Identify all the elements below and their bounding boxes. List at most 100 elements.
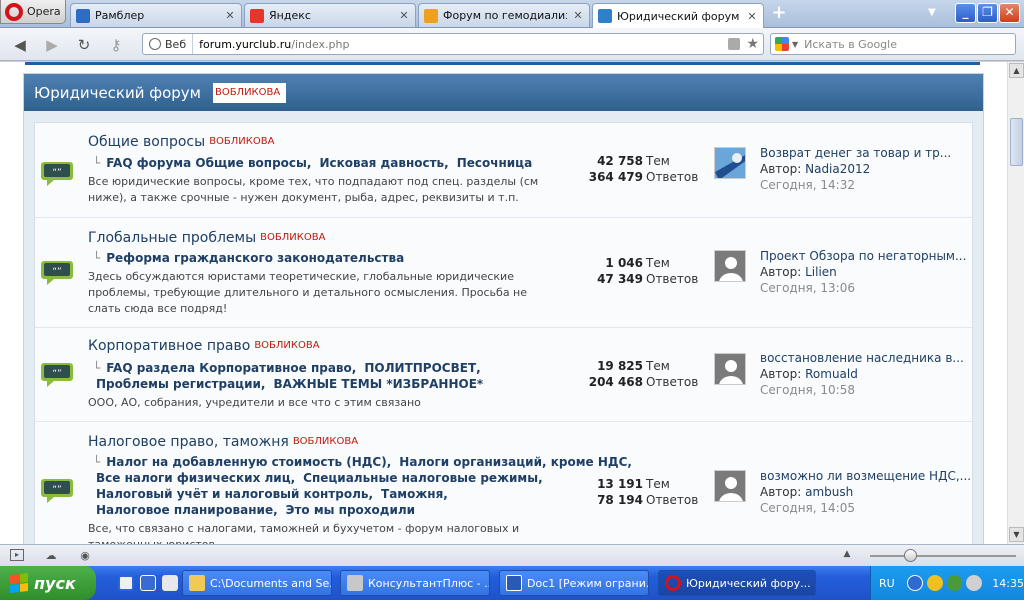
quicklaunch-desktop-icon[interactable] xyxy=(162,575,178,591)
subforum-link[interactable]: Специальные налоговые режимы, xyxy=(303,471,542,485)
taskbar-consultant-window[interactable]: КонсультантПлюс - ... xyxy=(340,570,490,596)
tab-list-chevron-icon[interactable]: ▼ xyxy=(928,7,936,18)
forum-title[interactable]: Общие вопросы ВОБЛИКОВА xyxy=(88,134,274,150)
key-icon[interactable]: ⚷ xyxy=(106,36,126,54)
subforum-link[interactable]: Все налоги физических лиц, xyxy=(96,471,295,485)
last-post: Проект Обзора по негаторным... Автор: Li… xyxy=(760,248,966,296)
speech-bubble-icon: “” xyxy=(41,479,73,503)
subforum-link[interactable]: Налог на добавленную стоимость (НДС), xyxy=(106,455,391,469)
minimize-button[interactable]: _ xyxy=(955,3,976,23)
quicklaunch-chrome-icon[interactable] xyxy=(118,575,134,591)
last-post-title[interactable]: Возврат денег за товар и тр... xyxy=(760,145,951,161)
forum-row-general: “” Общие вопросы ВОБЛИКОВА └ FAQ форума Об… xyxy=(35,123,972,218)
address-field[interactable]: Веб forum.yurclub.ru/index.php ★ xyxy=(142,33,764,55)
tray-expand-icon[interactable] xyxy=(906,575,923,591)
close-window-button[interactable]: ✕ xyxy=(999,3,1020,23)
scroll-thumb[interactable] xyxy=(1010,118,1023,166)
subforum-link[interactable]: FAQ форума Общие вопросы, xyxy=(106,156,311,170)
last-post-author[interactable]: Lilien xyxy=(805,265,837,279)
reload-icon[interactable]: ↻ xyxy=(74,36,94,54)
restore-button[interactable]: ❐ xyxy=(977,3,998,23)
category-moderator[interactable]: ВОБЛИКОВА xyxy=(212,82,287,103)
new-tab-button[interactable]: + xyxy=(768,4,790,24)
search-scope[interactable]: Веб xyxy=(143,34,194,54)
avatar[interactable] xyxy=(714,470,746,502)
subforum-link[interactable]: FAQ раздела Корпоративное право, xyxy=(106,361,356,375)
tray-network-icon[interactable] xyxy=(946,575,963,591)
close-tab-icon[interactable]: ✕ xyxy=(398,9,410,22)
last-post: восстановление наследника в... Автор: Ro… xyxy=(760,350,964,398)
forum-name[interactable]: Глобальные проблемы xyxy=(88,230,256,246)
close-tab-icon[interactable]: ✕ xyxy=(572,9,584,22)
subforum-link[interactable]: Налоговый учёт и налоговый контроль, xyxy=(96,487,373,501)
last-post-title[interactable]: Проект Обзора по негаторным... xyxy=(760,248,966,264)
close-tab-icon[interactable]: ✕ xyxy=(746,10,758,23)
scroll-up-icon[interactable]: ▲ xyxy=(1009,63,1024,78)
forum-name[interactable]: Налоговое право, таможня xyxy=(88,434,289,450)
google-icon[interactable] xyxy=(775,37,789,51)
scroll-down-icon[interactable]: ▼ xyxy=(1009,527,1024,542)
start-button[interactable]: пуск xyxy=(0,566,96,600)
subforum-link[interactable]: ВАЖНЫЕ ТЕМЫ *ИЗБРАННОЕ* xyxy=(273,377,483,391)
forum-title[interactable]: Корпоративное право ВОБЛИКОВА xyxy=(88,338,320,354)
quicklaunch-ie-icon[interactable] xyxy=(140,575,156,591)
zoom-slider-knob[interactable] xyxy=(904,549,917,562)
category-title[interactable]: Юридический форум xyxy=(34,84,201,102)
forum-name[interactable]: Общие вопросы xyxy=(88,134,205,150)
tray-app-icon[interactable] xyxy=(926,575,943,591)
subforum-link[interactable]: ПОЛИТПРОСВЕТ, xyxy=(364,361,480,375)
opera-menu-button[interactable]: Opera xyxy=(0,0,66,24)
tab-dialysis-forum[interactable]: Форум по гемодиализу:... ✕ xyxy=(418,3,590,27)
forum-moderator[interactable]: ВОБЛИКОВА xyxy=(260,232,325,243)
rss-icon[interactable] xyxy=(728,38,741,50)
taskbar-explorer-window[interactable]: C:\Documents and Se... xyxy=(182,570,332,596)
forward-icon[interactable]: ▶ xyxy=(42,36,62,54)
subforum-hook-icon: └ xyxy=(93,251,101,265)
last-post-title[interactable]: возможно ли возмещение НДС,... xyxy=(760,468,971,484)
tray-volume-icon[interactable] xyxy=(966,575,983,591)
taskbar-opera-window[interactable]: Юридический фору... xyxy=(658,570,816,596)
last-post-author[interactable]: ambush xyxy=(805,485,853,499)
subforum-link[interactable]: Таможня, xyxy=(381,487,448,501)
chevron-down-icon[interactable]: ▼ xyxy=(792,40,798,49)
tab-yandex[interactable]: Яндекс ✕ xyxy=(244,3,416,27)
topics-label: Тем xyxy=(646,477,670,491)
avatar[interactable] xyxy=(714,250,746,282)
bookmark-star-icon[interactable]: ★ xyxy=(746,36,759,52)
forum-name[interactable]: Корпоративное право xyxy=(88,338,250,354)
clock[interactable]: 14:35 xyxy=(992,577,1024,590)
close-tab-icon[interactable]: ✕ xyxy=(224,9,236,22)
cloud-icon[interactable]: ☁ xyxy=(44,549,58,562)
tab-rambler[interactable]: Рамблер ✕ xyxy=(70,3,242,27)
avatar[interactable] xyxy=(714,353,746,385)
subforum-link[interactable]: Налоги организаций, кроме НДС, xyxy=(399,455,632,469)
language-indicator[interactable]: RU xyxy=(879,577,895,590)
vertical-scrollbar[interactable]: ▲ ▼ xyxy=(1007,62,1024,544)
forum-title[interactable]: Глобальные проблемы ВОБЛИКОВА xyxy=(88,230,325,246)
subforum-link[interactable]: Проблемы регистрации, xyxy=(96,377,265,391)
search-input[interactable]: ▼ Искать в Google xyxy=(770,33,1016,55)
last-post-title[interactable]: восстановление наследника в... xyxy=(760,350,964,366)
tab-yurclub-forum[interactable]: Юридический форум юр... ✕ xyxy=(592,3,764,28)
speed-dial-icon[interactable]: ◉ xyxy=(78,549,92,562)
avatar[interactable] xyxy=(714,147,746,179)
subforum-link[interactable]: Налоговое планирование, xyxy=(96,503,278,517)
zoom-menu-icon[interactable]: ▲ xyxy=(840,549,854,561)
subforum-link[interactable]: Реформа гражданского законодательства xyxy=(106,251,404,265)
forum-moderator[interactable]: ВОБЛИКОВА xyxy=(209,136,274,147)
last-post: возможно ли возмещение НДС,... Автор: am… xyxy=(760,468,971,516)
subforum-link[interactable]: Песочница xyxy=(457,156,532,170)
last-post-author[interactable]: Romuald xyxy=(805,367,858,381)
back-icon[interactable]: ◀ xyxy=(10,36,30,54)
forum-title[interactable]: Налоговое право, таможня ВОБЛИКОВА xyxy=(88,434,358,450)
last-post-author[interactable]: Nadia2012 xyxy=(805,162,870,176)
forum-moderator[interactable]: ВОБЛИКОВА xyxy=(254,340,319,351)
subforum-link[interactable]: Исковая давность, xyxy=(319,156,448,170)
subforum-list: └ FAQ форума Общие вопросы, Исковая давнос… xyxy=(93,155,540,171)
forum-moderator[interactable]: ВОБЛИКОВА xyxy=(293,436,358,447)
url-text[interactable]: forum.yurclub.ru/index.php xyxy=(193,38,728,51)
taskbar-word-window[interactable]: Doc1 [Режим ограни... xyxy=(499,570,649,596)
subforum-link[interactable]: Это мы проходили xyxy=(286,503,415,517)
zoom-slider[interactable] xyxy=(870,555,1016,557)
panel-toggle-icon[interactable]: ▸ xyxy=(10,549,24,561)
